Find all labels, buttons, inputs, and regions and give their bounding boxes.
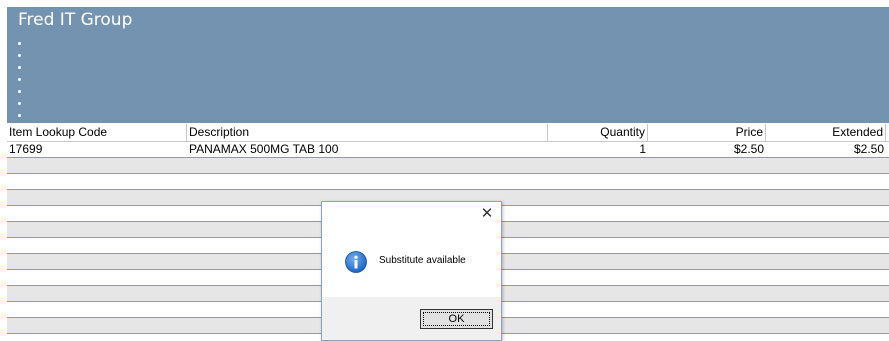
bullet-marker <box>18 78 21 81</box>
app-title: Fred IT Group <box>18 10 133 30</box>
ok-button[interactable]: OK <box>420 309 493 329</box>
cell-description: PANAMAX 500MG TAB 100 <box>189 142 339 156</box>
dialog-message: Substitute available <box>379 255 466 266</box>
close-icon[interactable]: ✕ <box>479 205 495 221</box>
cell-extended: $2.50 <box>853 142 884 156</box>
cell-price: $2.50 <box>733 142 764 156</box>
bullet-marker <box>18 90 21 93</box>
cell-quantity: 1 <box>639 142 646 156</box>
empty-row[interactable] <box>7 174 889 190</box>
info-icon <box>345 251 367 273</box>
column-header-quantity[interactable]: Quantity <box>548 124 648 141</box>
dialog-footer: OK <box>322 297 501 340</box>
grid-header-row: Item Lookup Code Description Quantity Pr… <box>7 124 889 142</box>
bullet-marker <box>18 102 21 105</box>
header-banner: Fred IT Group <box>7 7 889 123</box>
column-header-extended[interactable]: Extended <box>766 124 886 141</box>
bullet-marker <box>18 42 21 45</box>
table-row[interactable]: 17699 PANAMAX 500MG TAB 100 1 $2.50 $2.5… <box>7 142 889 158</box>
empty-row[interactable] <box>7 158 889 174</box>
message-dialog: ✕ Substitute available OK <box>321 201 502 341</box>
column-header-price[interactable]: Price <box>648 124 766 141</box>
bullet-marker <box>18 114 21 117</box>
cell-item-lookup-code: 17699 <box>9 142 43 156</box>
bullet-marker <box>18 66 21 69</box>
column-header-item-lookup-code[interactable]: Item Lookup Code <box>7 124 187 141</box>
column-header-description[interactable]: Description <box>187 124 548 141</box>
bullet-marker <box>18 54 21 57</box>
banner-bullet-list <box>18 42 21 126</box>
